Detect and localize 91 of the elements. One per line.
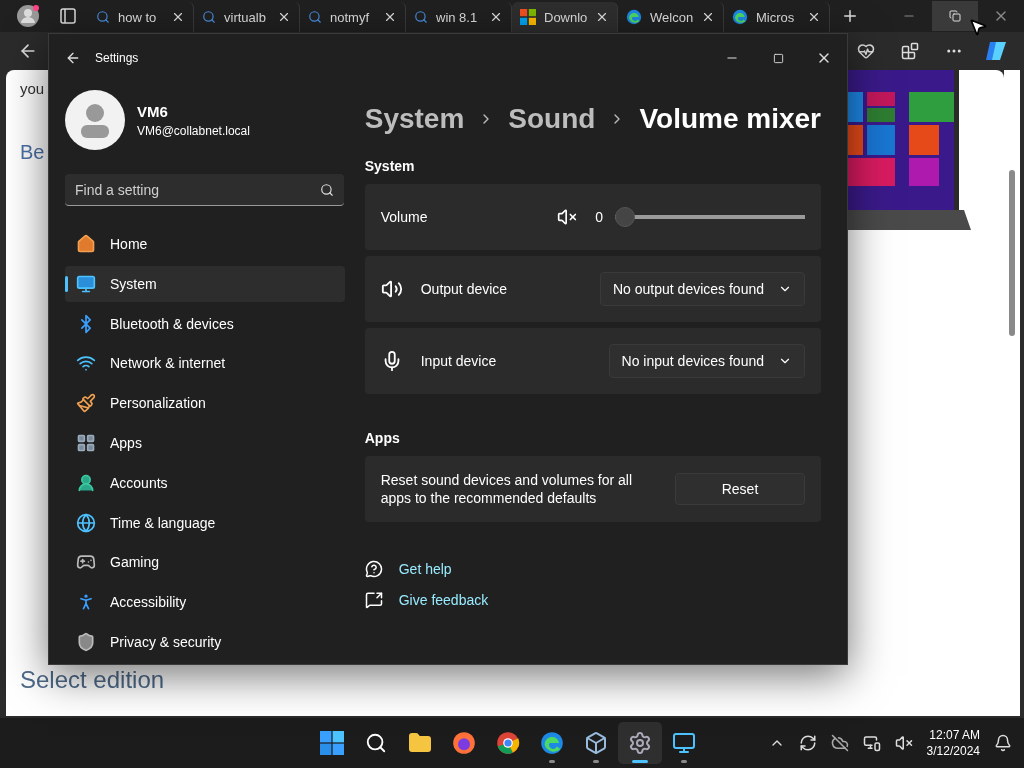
breadcrumb-item: Volume mixer xyxy=(639,103,821,135)
nav-item[interactable]: Accessibility xyxy=(65,584,345,621)
nav-item[interactable]: Accounts xyxy=(65,464,345,501)
brush-icon xyxy=(76,393,96,414)
slider-thumb[interactable] xyxy=(615,207,635,227)
nav-item[interactable]: Apps xyxy=(65,425,345,461)
setting-label: Output device xyxy=(420,281,509,297)
page-text: Be xyxy=(20,141,45,164)
user-email: VM6@collabnet.local xyxy=(137,123,250,138)
search-icon xyxy=(202,10,216,24)
search-icon xyxy=(96,10,110,24)
reset-description: Reset sound devices and volumes for all apps to the recommended defaults xyxy=(380,471,634,507)
page-text: you xyxy=(20,80,45,97)
nav-item[interactable]: Time & language xyxy=(65,504,345,541)
edge-icon xyxy=(626,9,642,25)
nav-item[interactable]: Privacy & security xyxy=(65,624,345,660)
new-tab-icon[interactable] xyxy=(841,7,859,25)
apps-icon xyxy=(76,432,96,453)
mute-icon[interactable] xyxy=(557,207,578,227)
browser-tab[interactable]: Downlo xyxy=(512,2,618,32)
device-dropdown[interactable]: No output devices found xyxy=(600,272,805,306)
sync-icon[interactable] xyxy=(798,734,817,752)
chrome-icon xyxy=(496,731,520,755)
firefox-icon xyxy=(452,731,476,755)
tab-actions-icon[interactable] xyxy=(60,8,76,24)
profile-icon[interactable] xyxy=(16,4,40,28)
monitor-icon xyxy=(672,731,696,755)
breadcrumb-item[interactable]: Sound xyxy=(508,103,596,135)
search-icon xyxy=(414,10,428,24)
restore-icon[interactable] xyxy=(949,10,961,22)
breadcrumb-item[interactable]: System xyxy=(364,103,465,135)
clock-date[interactable]: 3/12/2024 xyxy=(926,743,980,759)
help-link[interactable]: Get help xyxy=(398,561,452,577)
search-icon xyxy=(365,732,387,754)
settings-icon xyxy=(628,731,652,755)
maximize-icon[interactable] xyxy=(772,52,784,64)
close-icon[interactable] xyxy=(595,10,609,24)
edge-icon xyxy=(732,9,748,25)
user-name: VM6 xyxy=(137,102,169,120)
extensions-icon[interactable] xyxy=(901,42,919,60)
windows-logo-icon xyxy=(520,9,536,25)
section-title: Apps xyxy=(364,430,401,446)
section-heading: Select edition xyxy=(20,666,166,694)
network-icon[interactable] xyxy=(862,734,881,752)
cube-icon xyxy=(584,731,608,755)
taskbar-app[interactable] xyxy=(618,722,662,764)
search-icon xyxy=(308,10,322,24)
setting-label: Volume xyxy=(380,209,429,225)
nav-item[interactable]: Bluetooth & devices xyxy=(65,305,345,342)
close-icon[interactable] xyxy=(807,10,821,24)
nav-item[interactable]: System xyxy=(65,265,345,302)
heart-pulse-icon[interactable] xyxy=(857,42,875,60)
mouse-pointer-icon xyxy=(968,17,988,37)
close-icon[interactable] xyxy=(171,10,185,24)
help-icon xyxy=(364,560,383,578)
person-icon xyxy=(76,472,96,493)
feedback-icon xyxy=(364,591,383,609)
help-link[interactable]: Give feedback xyxy=(398,592,489,608)
window-title: Settings xyxy=(95,51,139,65)
nav-item[interactable]: Home xyxy=(65,226,345,262)
section-title: System xyxy=(364,158,416,174)
volume-reading: 0 xyxy=(595,209,603,225)
edge-icon xyxy=(540,731,564,755)
speaker-icon xyxy=(380,278,403,300)
monitor-icon xyxy=(76,273,96,294)
search-icon xyxy=(320,183,334,197)
device-dropdown[interactable]: No input devices found xyxy=(608,344,805,378)
search-field[interactable]: Find a setting xyxy=(65,174,344,206)
close-icon[interactable] xyxy=(383,10,397,24)
reset-button[interactable]: Reset xyxy=(675,473,805,505)
nav-item[interactable]: Gaming xyxy=(65,544,345,581)
shield-icon xyxy=(76,632,96,653)
avatar xyxy=(65,90,125,150)
scrollbar[interactable] xyxy=(1004,70,1020,716)
home-icon xyxy=(76,233,96,254)
close-icon[interactable] xyxy=(277,10,291,24)
close-icon[interactable] xyxy=(701,10,715,24)
clock-time[interactable]: 12:07 AM xyxy=(929,727,980,743)
mute-icon[interactable] xyxy=(894,734,913,752)
globe-icon xyxy=(76,512,96,533)
close-icon[interactable] xyxy=(489,10,503,24)
scrollbar-thumb[interactable] xyxy=(1009,170,1015,336)
cloud-off-icon[interactable] xyxy=(830,734,849,752)
nav-item[interactable]: Personalization xyxy=(65,385,345,422)
notification-icon[interactable] xyxy=(994,734,1012,752)
copilot-icon[interactable] xyxy=(984,40,1008,62)
start-icon xyxy=(320,731,344,755)
nav-item[interactable]: Network & internet xyxy=(65,345,345,382)
setting-label: Input device xyxy=(420,353,498,369)
folder-icon xyxy=(408,731,432,755)
back-icon[interactable] xyxy=(65,50,81,66)
